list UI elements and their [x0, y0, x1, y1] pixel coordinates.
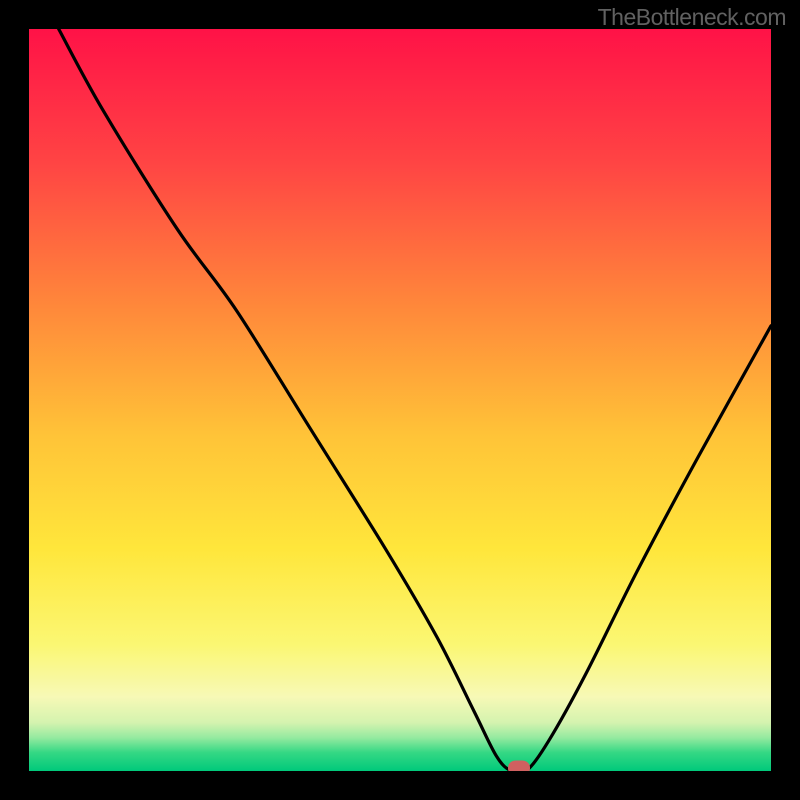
chart-frame: TheBottleneck.com: [0, 0, 800, 800]
optimal-point-marker: [508, 761, 530, 772]
plot-area: [29, 29, 771, 771]
site-watermark: TheBottleneck.com: [598, 4, 786, 31]
bottleneck-curve: [29, 29, 771, 771]
